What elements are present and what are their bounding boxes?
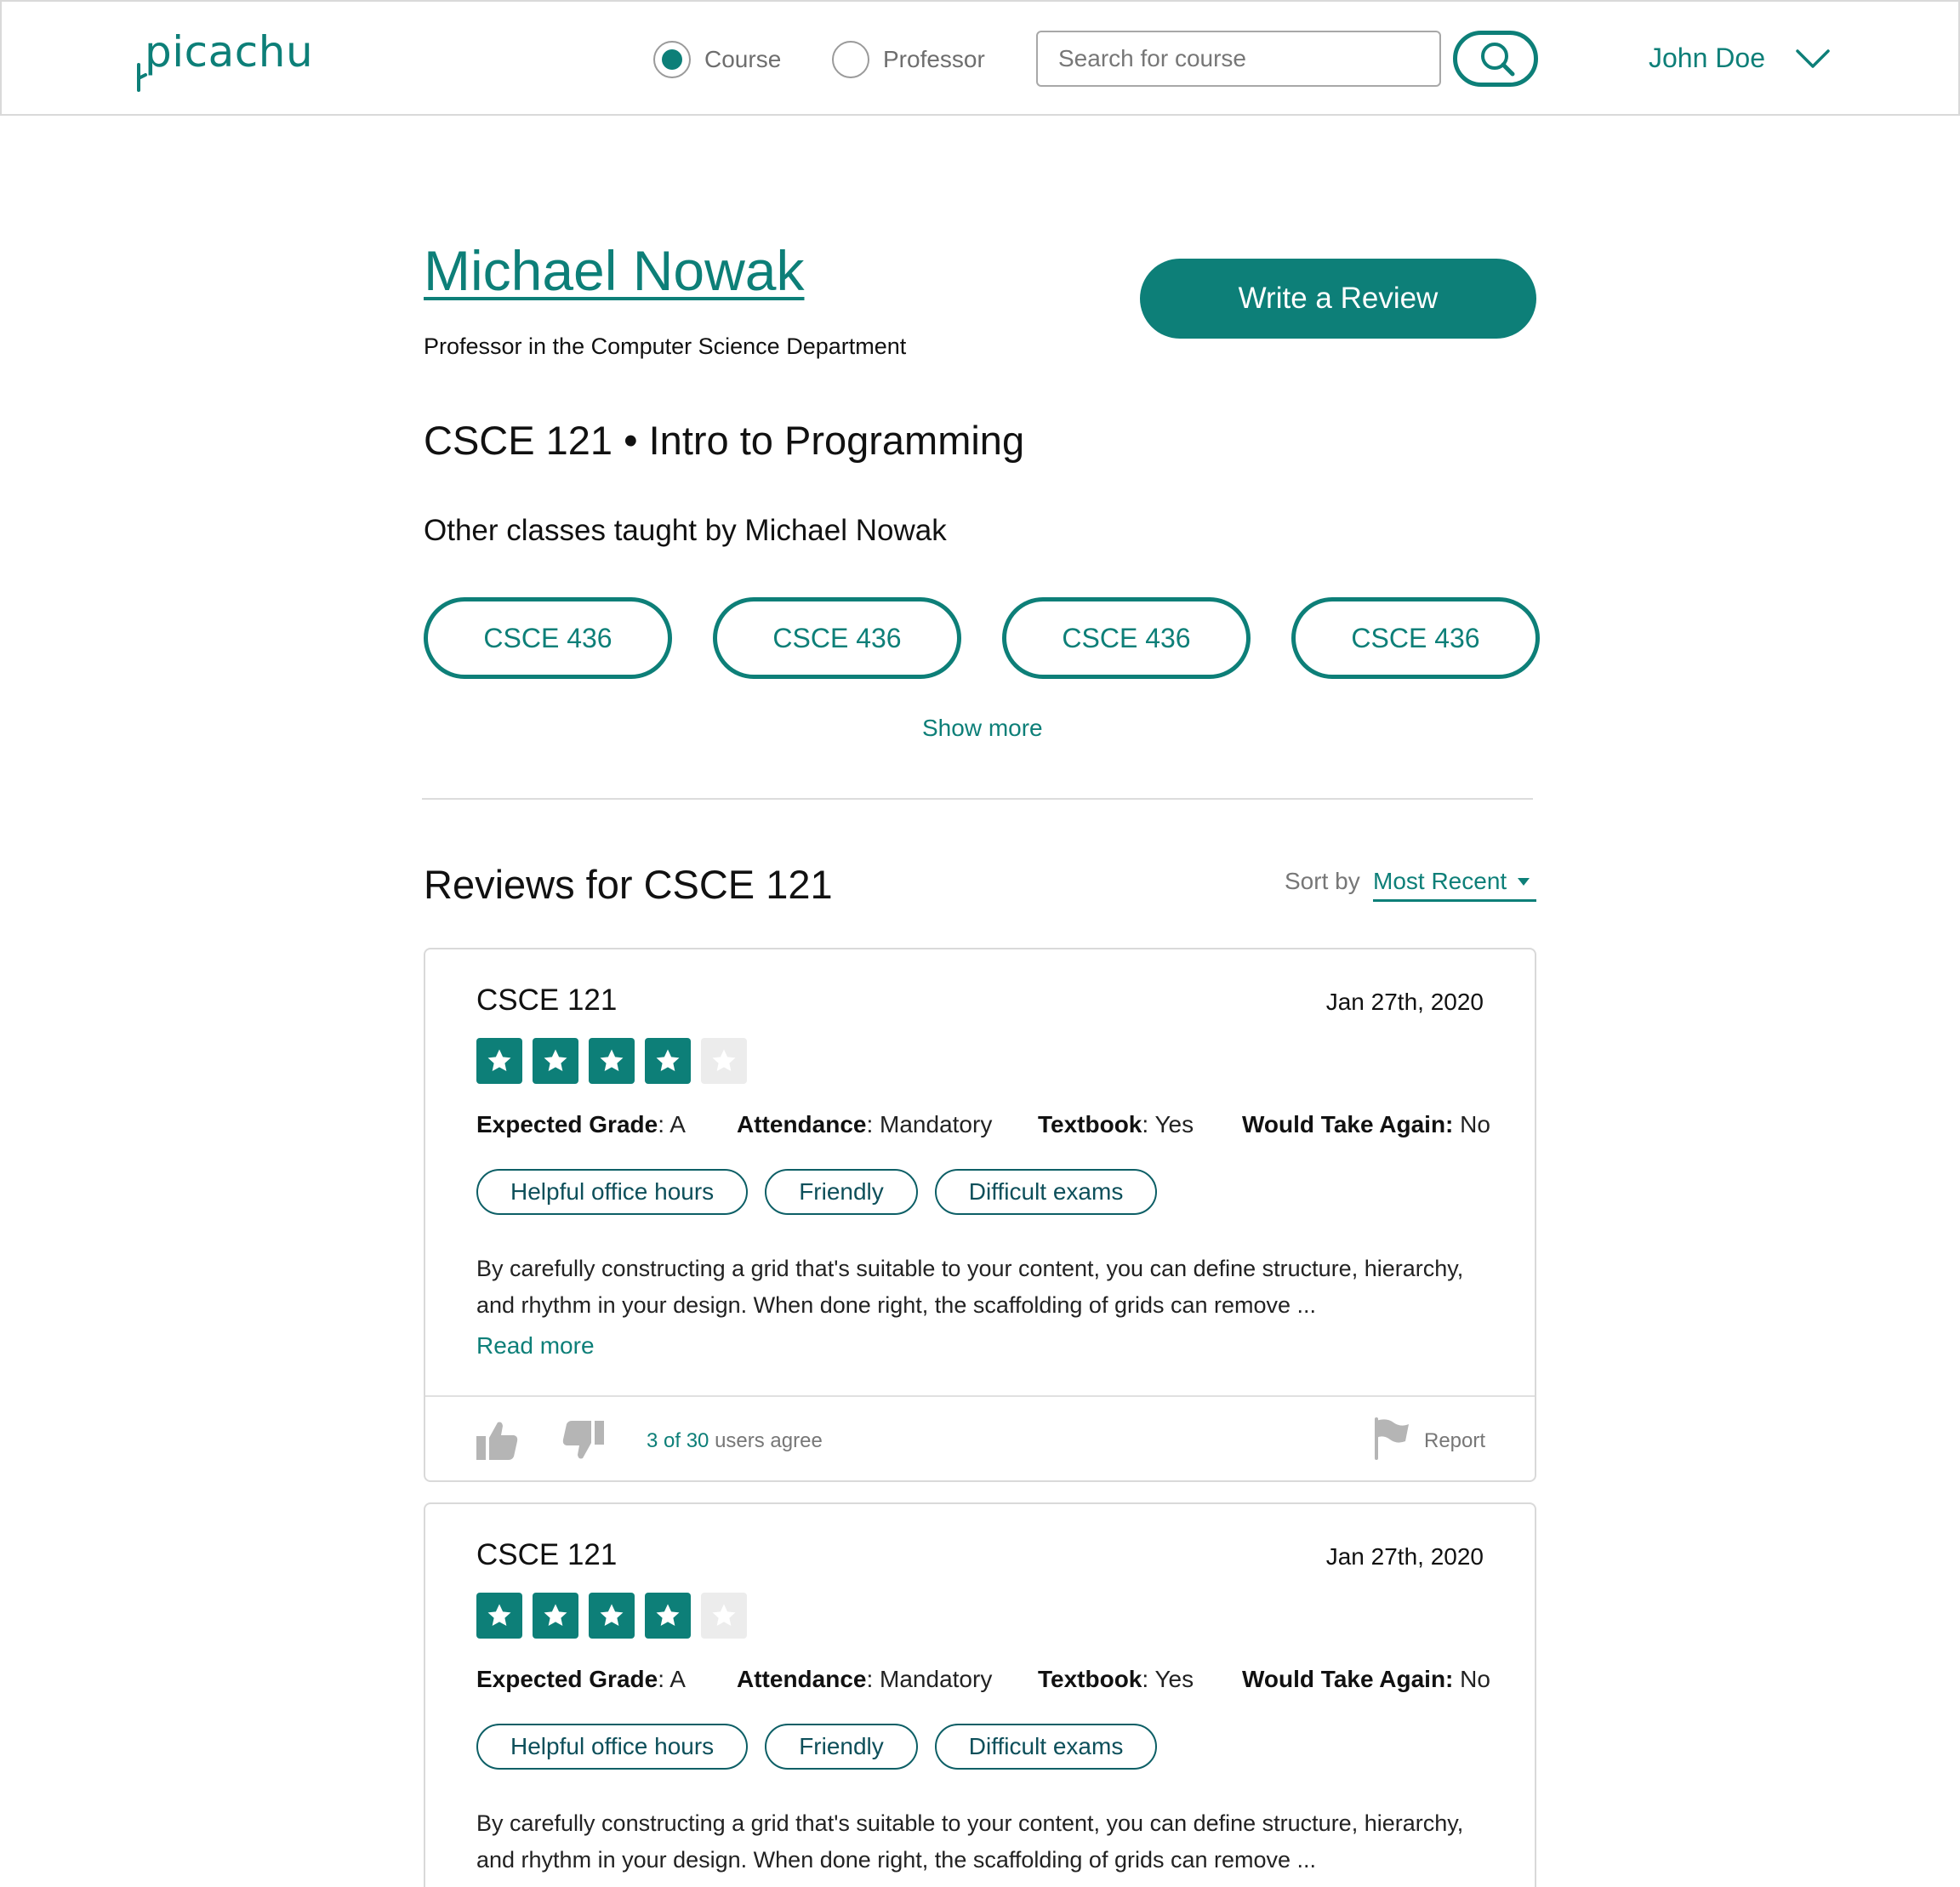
star-filled-icon	[476, 1593, 522, 1639]
review-tag: Helpful office hours	[476, 1724, 749, 1770]
radio-course[interactable]: Course	[653, 41, 781, 78]
course-title: CSCE 121 • Intro to Programming	[424, 418, 1025, 463]
thumbs-down-icon[interactable]	[561, 1419, 606, 1462]
review-tag: Helpful office hours	[476, 1169, 749, 1215]
top-navbar: picachu Course Professor John Doe	[0, 0, 1960, 116]
section-divider	[422, 798, 1533, 800]
write-review-button[interactable]: Write a Review	[1140, 259, 1536, 339]
would-take-again: Would Take Again: No	[1242, 1111, 1490, 1137]
review-date: Jan 27th, 2020	[1325, 989, 1484, 1015]
search-button[interactable]	[1453, 31, 1538, 87]
sort-dropdown[interactable]: Most Recent	[1373, 863, 1536, 902]
review-text: By carefully constructing a grid that's …	[476, 1810, 1464, 1873]
star-rating	[476, 1593, 757, 1639]
radio-course-circle[interactable]	[653, 41, 691, 78]
search-input[interactable]	[1036, 31, 1441, 87]
review-course: CSCE 121	[476, 1538, 618, 1571]
review-tag: Difficult exams	[934, 1169, 1158, 1215]
review-course: CSCE 121	[476, 983, 618, 1017]
radio-course-label: Course	[704, 46, 782, 72]
class-pill[interactable]: CSCE 436	[1291, 597, 1540, 679]
professor-department: Professor in the Computer Science Depart…	[424, 334, 907, 359]
professor-name[interactable]: Michael Nowak	[424, 238, 805, 303]
radio-professor-circle[interactable]	[832, 41, 869, 78]
radio-professor[interactable]: Professor	[832, 41, 985, 78]
star-empty-icon	[701, 1038, 747, 1084]
reviews-heading: Reviews for CSCE 121	[424, 862, 833, 907]
class-pill[interactable]: CSCE 436	[713, 597, 961, 679]
class-pill[interactable]: CSCE 436	[424, 597, 672, 679]
star-filled-icon	[533, 1038, 578, 1084]
review-card: CSCE 121 Jan 27th, 2020 Expected Grade: …	[424, 1502, 1536, 1887]
star-filled-icon	[589, 1038, 635, 1084]
chevron-down-icon[interactable]	[1796, 48, 1830, 69]
user-menu[interactable]: John Doe	[1649, 43, 1830, 74]
class-pill[interactable]: CSCE 436	[1002, 597, 1251, 679]
textbook: Textbook: Yes	[1038, 1666, 1194, 1692]
star-filled-icon	[645, 1038, 691, 1084]
show-more-link[interactable]: Show more	[922, 715, 1043, 742]
sort-value: Most Recent	[1373, 868, 1507, 894]
would-take-again: Would Take Again: No	[1242, 1666, 1490, 1692]
attendance: Attendance: Mandatory	[737, 1666, 993, 1692]
review-footer: 3 of 30 users agree Report	[425, 1395, 1535, 1480]
review-tag: Difficult exams	[934, 1724, 1158, 1770]
review-tag: Friendly	[765, 1169, 918, 1215]
sort-by-label: Sort by	[1285, 868, 1360, 894]
report-link[interactable]: Report	[1424, 1429, 1485, 1453]
expected-grade: Expected Grade: A	[476, 1666, 686, 1692]
star-empty-icon	[701, 1593, 747, 1639]
read-more-link[interactable]: Read more	[476, 1332, 595, 1360]
review-tags: Helpful office hours Friendly Difficult …	[476, 1724, 1174, 1770]
review-tag: Friendly	[765, 1724, 918, 1770]
caret-down-icon	[1518, 878, 1530, 886]
expected-grade: Expected Grade: A	[476, 1111, 686, 1137]
flag-icon[interactable]	[1371, 1417, 1410, 1460]
review-date: Jan 27th, 2020	[1325, 1543, 1484, 1570]
textbook: Textbook: Yes	[1038, 1111, 1194, 1137]
review-text: By carefully constructing a grid that's …	[476, 1256, 1464, 1318]
search-icon	[1481, 43, 1515, 77]
review-tags: Helpful office hours Friendly Difficult …	[476, 1169, 1174, 1215]
star-filled-icon	[645, 1593, 691, 1639]
user-name[interactable]: John Doe	[1649, 43, 1765, 74]
thumbs-up-icon[interactable]	[475, 1419, 519, 1462]
other-classes-list: CSCE 436 CSCE 436 CSCE 436 CSCE 436	[424, 597, 1540, 679]
star-filled-icon	[589, 1593, 635, 1639]
other-classes-heading: Other classes taught by Michael Nowak	[424, 514, 947, 547]
logo[interactable]: picachu	[145, 27, 313, 77]
star-filled-icon	[476, 1038, 522, 1084]
attendance: Attendance: Mandatory	[737, 1111, 993, 1137]
radio-professor-label: Professor	[883, 46, 985, 72]
star-filled-icon	[533, 1593, 578, 1639]
agree-count: 3 of 30 users agree	[647, 1429, 823, 1452]
review-card: CSCE 121 Jan 27th, 2020 Expected Grade: …	[424, 948, 1536, 1482]
star-rating	[476, 1038, 757, 1084]
